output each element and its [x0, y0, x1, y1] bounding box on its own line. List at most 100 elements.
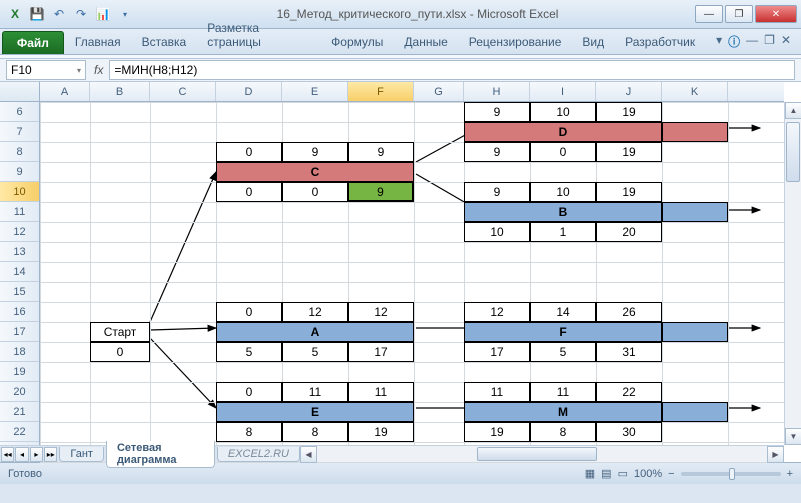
col-header-E[interactable]: E — [282, 82, 348, 101]
row-header-18[interactable]: 18 — [0, 342, 39, 362]
start-value[interactable]: 0 — [90, 342, 150, 362]
zoom-in-button[interactable]: + — [787, 468, 793, 480]
ribbon-tab-home[interactable]: Главная — [65, 30, 131, 54]
node-D-bot-2[interactable]: 19 — [596, 142, 662, 162]
row-header-15[interactable]: 15 — [0, 282, 39, 302]
node-F-bot-2[interactable]: 31 — [596, 342, 662, 362]
mdi-max-icon[interactable]: ❐ — [764, 33, 775, 50]
row-header-6[interactable]: 6 — [0, 102, 39, 122]
row-header-8[interactable]: 8 — [0, 142, 39, 162]
node-A-top-0[interactable]: 0 — [216, 302, 282, 322]
row-header-22[interactable]: 22 — [0, 422, 39, 442]
ribbon-tab-layout[interactable]: Разметка страницы — [197, 16, 320, 54]
node-right-m[interactable] — [662, 402, 728, 422]
col-header-D[interactable]: D — [216, 82, 282, 101]
node-E-bot-2[interactable]: 19 — [348, 422, 414, 442]
vertical-scrollbar[interactable]: ▲ ▼ — [784, 102, 801, 445]
start-label[interactable]: Старт — [90, 322, 150, 342]
vscroll-thumb[interactable] — [786, 122, 800, 182]
close-button[interactable]: ✕ — [755, 5, 797, 23]
node-A-top-1[interactable]: 12 — [282, 302, 348, 322]
maximize-button[interactable]: ❐ — [725, 5, 753, 23]
file-tab[interactable]: Файл — [2, 31, 64, 54]
node-C-top-0[interactable]: 0 — [216, 142, 282, 162]
view-break-icon[interactable]: ▭ — [618, 467, 628, 480]
node-D-top-2[interactable]: 19 — [596, 102, 662, 122]
save-icon[interactable]: 💾 — [28, 5, 46, 23]
qat-icon[interactable]: 📊 — [94, 5, 112, 23]
col-header-H[interactable]: H — [464, 82, 530, 101]
row-header-17[interactable]: 17 — [0, 322, 39, 342]
row-header-10[interactable]: 10 — [0, 182, 39, 202]
row-header-13[interactable]: 13 — [0, 242, 39, 262]
node-M-top-2[interactable]: 22 — [596, 382, 662, 402]
node-M-bot-1[interactable]: 8 — [530, 422, 596, 442]
node-B-top-2[interactable]: 19 — [596, 182, 662, 202]
name-box-dropdown-icon[interactable]: ▾ — [77, 66, 81, 75]
tab-nav-prev[interactable]: ◂ — [15, 447, 28, 462]
name-box[interactable]: F10 ▾ — [6, 60, 86, 80]
col-header-B[interactable]: B — [90, 82, 150, 101]
ribbon-tab-dev[interactable]: Разработчик — [615, 30, 705, 54]
row-header-19[interactable]: 19 — [0, 362, 39, 382]
selected-cell[interactable]: 9 — [347, 181, 414, 202]
node-A-bot-0[interactable]: 5 — [216, 342, 282, 362]
hscroll-track[interactable] — [317, 446, 767, 462]
scroll-down-button[interactable]: ▼ — [785, 428, 801, 445]
row-header-14[interactable]: 14 — [0, 262, 39, 282]
ribbon-tab-data[interactable]: Данные — [394, 30, 457, 54]
view-normal-icon[interactable]: ▦ — [585, 467, 595, 480]
col-header-A[interactable]: A — [40, 82, 90, 101]
node-M-top-0[interactable]: 11 — [464, 382, 530, 402]
node-D-label[interactable]: D — [464, 122, 662, 142]
qat-dropdown-icon[interactable]: ▾ — [116, 5, 134, 23]
node-right-d[interactable] — [662, 122, 728, 142]
col-header-F[interactable]: F — [348, 82, 414, 101]
node-B-label[interactable]: B — [464, 202, 662, 222]
node-D-bot-0[interactable]: 9 — [464, 142, 530, 162]
col-header-J[interactable]: J — [596, 82, 662, 101]
row-header-20[interactable]: 20 — [0, 382, 39, 402]
tab-nav-last[interactable]: ▸▸ — [44, 447, 57, 462]
sheet-tab-0[interactable]: Гант — [59, 447, 104, 462]
node-M-bot-0[interactable]: 19 — [464, 422, 530, 442]
zoom-knob[interactable] — [729, 468, 735, 480]
sheet-tab-1[interactable]: Сетевая диаграмма — [106, 441, 215, 468]
row-header-12[interactable]: 12 — [0, 222, 39, 242]
node-D-top-1[interactable]: 10 — [530, 102, 596, 122]
scroll-up-button[interactable]: ▲ — [785, 102, 801, 119]
node-B-bot-1[interactable]: 1 — [530, 222, 596, 242]
node-D-top-0[interactable]: 9 — [464, 102, 530, 122]
node-M-label[interactable]: M — [464, 402, 662, 422]
node-C-top-1[interactable]: 9 — [282, 142, 348, 162]
node-F-top-0[interactable]: 12 — [464, 302, 530, 322]
node-F-label[interactable]: F — [464, 322, 662, 342]
tab-nav-next[interactable]: ▸ — [30, 447, 43, 462]
redo-icon[interactable]: ↷ — [72, 5, 90, 23]
node-E-top-2[interactable]: 11 — [348, 382, 414, 402]
formula-input[interactable]: =МИН(H8;H12) — [109, 60, 795, 80]
node-F-bot-1[interactable]: 5 — [530, 342, 596, 362]
node-B-top-1[interactable]: 10 — [530, 182, 596, 202]
col-header-G[interactable]: G — [414, 82, 464, 101]
ribbon-tab-view[interactable]: Вид — [572, 30, 614, 54]
col-header-I[interactable]: I — [530, 82, 596, 101]
node-A-label[interactable]: A — [216, 322, 414, 342]
row-header-7[interactable]: 7 — [0, 122, 39, 142]
scroll-left-button[interactable]: ◀ — [300, 446, 317, 463]
zoom-out-button[interactable]: − — [668, 468, 674, 480]
node-F-bot-0[interactable]: 17 — [464, 342, 530, 362]
node-E-top-0[interactable]: 0 — [216, 382, 282, 402]
node-E-bot-1[interactable]: 8 — [282, 422, 348, 442]
tab-nav-first[interactable]: ◂◂ — [1, 447, 14, 462]
select-all-corner[interactable] — [0, 82, 40, 101]
node-E-top-1[interactable]: 11 — [282, 382, 348, 402]
row-header-21[interactable]: 21 — [0, 402, 39, 422]
row-header-16[interactable]: 16 — [0, 302, 39, 322]
node-A-bot-2[interactable]: 17 — [348, 342, 414, 362]
row-header-11[interactable]: 11 — [0, 202, 39, 222]
ribbon-tab-review[interactable]: Рецензирование — [459, 30, 572, 54]
horizontal-scrollbar[interactable]: ◀ ▶ — [300, 445, 784, 462]
node-E-bot-0[interactable]: 8 — [216, 422, 282, 442]
node-F-top-2[interactable]: 26 — [596, 302, 662, 322]
